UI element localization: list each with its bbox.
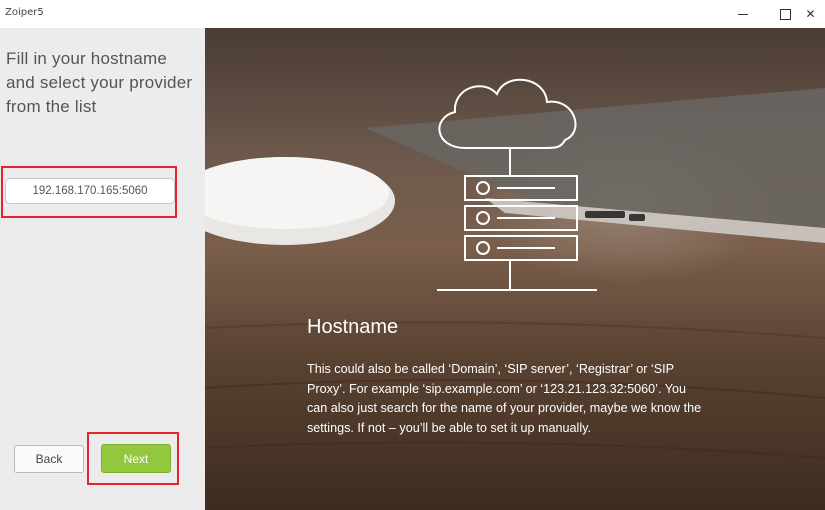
title-bar: Zoiper5 ✕ (0, 0, 825, 28)
back-button[interactable]: Back (14, 445, 84, 473)
info-panel: Hostname This could also be called ‘Doma… (205, 28, 825, 510)
close-icon: ✕ (805, 7, 816, 21)
app-window: Zoiper5 ✕ Fill in your hostname and sele… (0, 0, 825, 510)
next-button[interactable]: Next (101, 444, 171, 473)
hostname-input[interactable] (5, 178, 175, 204)
maximize-icon (779, 8, 791, 20)
window-title: Zoiper5 (5, 7, 44, 18)
info-description: This could also be called ‘Domain’, ‘SIP… (307, 362, 702, 435)
info-title: Hostname (307, 316, 399, 338)
close-button[interactable]: ✕ (796, 0, 825, 28)
step-heading: Fill in your hostname and select your pr… (6, 49, 193, 116)
minimize-icon (738, 13, 748, 15)
minimize-button[interactable] (720, 0, 766, 28)
